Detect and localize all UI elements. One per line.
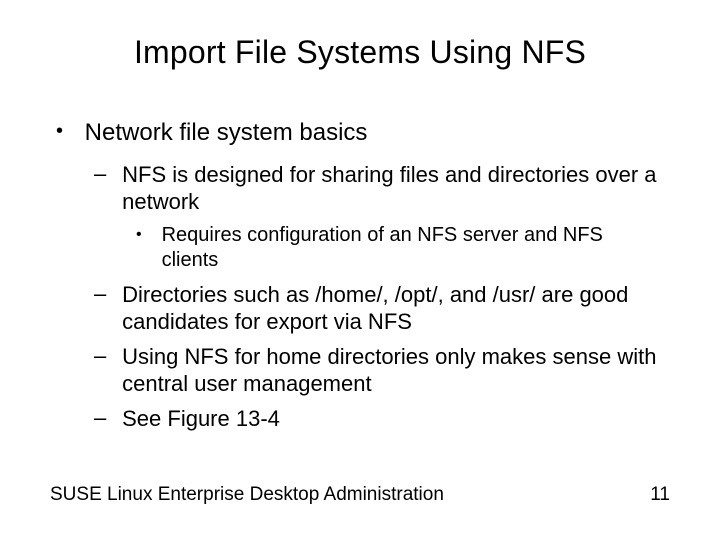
slide-footer: SUSE Linux Enterprise Desktop Administra… <box>50 484 670 506</box>
bullet-level2: – Directories such as /home/, /opt/, and… <box>94 281 670 335</box>
bullet-dash-icon: – <box>94 343 116 369</box>
bullet-dash-icon: – <box>94 405 116 431</box>
bullet-level2: – NFS is designed for sharing files and … <box>94 161 670 215</box>
page-number: 11 <box>650 484 670 506</box>
bullet-level3: • Requires configuration of an NFS serve… <box>136 223 670 273</box>
bullet-level2: – See Figure 13-4 <box>94 405 670 432</box>
bullet-level1: • Network file system basics <box>56 119 670 147</box>
bullet-dash-icon: – <box>94 281 116 307</box>
bullet-list: • Network file system basics – NFS is de… <box>50 119 670 432</box>
bullet-level2: – Using NFS for home directories only ma… <box>94 343 670 397</box>
bullet-text: Directories such as /home/, /opt/, and /… <box>122 281 662 335</box>
footer-left: SUSE Linux Enterprise Desktop Administra… <box>50 484 444 506</box>
bullet-dot-icon: • <box>56 119 78 143</box>
bullet-text: Using NFS for home directories only make… <box>122 343 662 397</box>
bullet-text: See Figure 13-4 <box>122 405 662 432</box>
bullet-dash-icon: – <box>94 161 116 187</box>
slide-title: Import File Systems Using NFS <box>50 34 670 71</box>
bullet-dot-icon: • <box>136 223 156 247</box>
bullet-text: Requires configuration of an NFS server … <box>162 223 662 273</box>
slide: Import File Systems Using NFS • Network … <box>0 0 720 540</box>
bullet-text: Network file system basics <box>85 119 645 147</box>
bullet-text: NFS is designed for sharing files and di… <box>122 161 662 215</box>
